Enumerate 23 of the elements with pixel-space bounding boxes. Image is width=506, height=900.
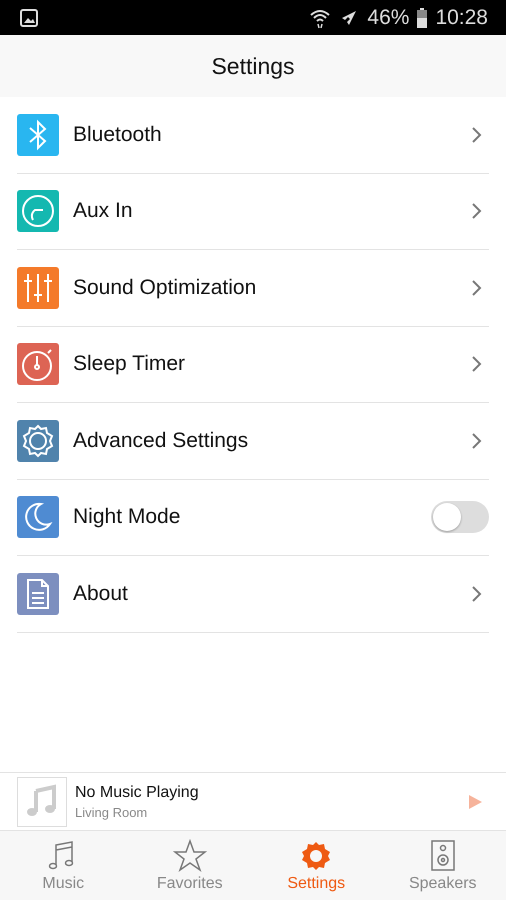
setting-label[interactable]: Advanced Settings bbox=[73, 428, 471, 453]
battery-percent: 46% bbox=[367, 6, 410, 30]
setting-label[interactable]: Sleep Timer bbox=[73, 352, 471, 376]
toggle-switch[interactable] bbox=[431, 501, 489, 534]
clock: 10:28 bbox=[435, 6, 488, 30]
chevron-icon[interactable] bbox=[471, 278, 483, 297]
chevron-icon[interactable] bbox=[471, 202, 483, 220]
music-note-icon bbox=[17, 776, 67, 826]
star-icon bbox=[172, 838, 207, 872]
gallery-icon bbox=[20, 8, 38, 26]
setting-label[interactable]: Night Mode bbox=[73, 505, 431, 530]
battery-icon bbox=[417, 8, 428, 28]
setting-label[interactable]: Sound Optimization bbox=[73, 276, 471, 300]
chevron-icon[interactable] bbox=[471, 355, 483, 374]
setting-label[interactable]: Bluetooth bbox=[73, 122, 471, 147]
setting-label[interactable]: About bbox=[73, 582, 471, 606]
chevron-icon[interactable] bbox=[471, 126, 483, 144]
setting-label[interactable]: Aux In bbox=[73, 199, 471, 224]
track-title: No Music Playing bbox=[75, 784, 199, 802]
chevron-icon[interactable] bbox=[471, 432, 483, 450]
room-name: Living Room bbox=[75, 804, 148, 820]
chevron-icon[interactable] bbox=[471, 584, 483, 603]
screen-title: Settings bbox=[211, 52, 295, 80]
